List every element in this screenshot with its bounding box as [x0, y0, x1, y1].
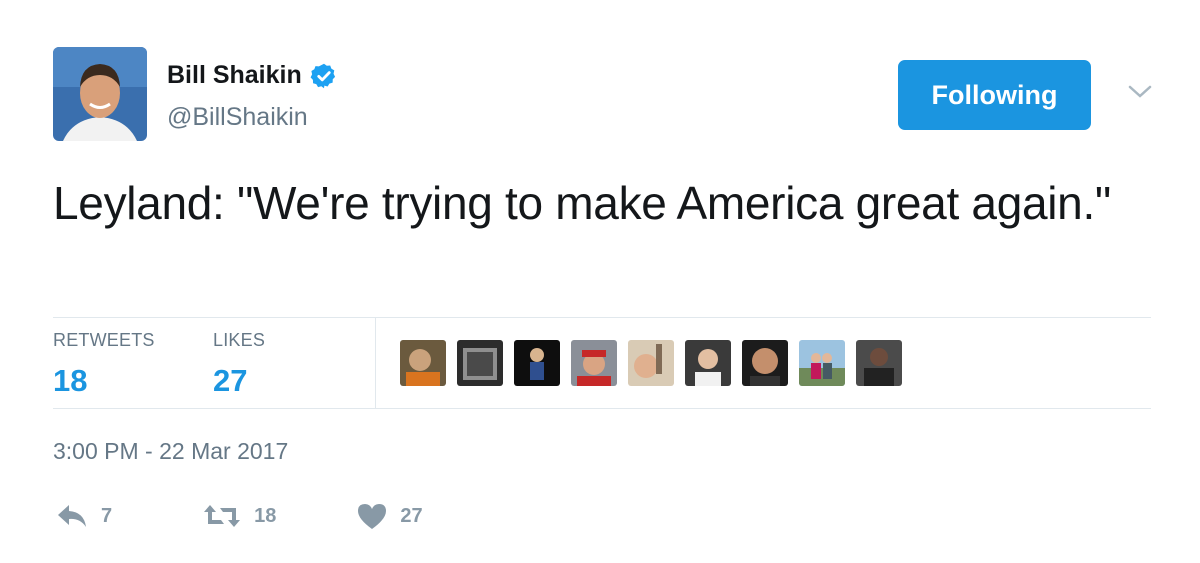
liker-photo — [742, 340, 788, 386]
verified-badge-icon — [310, 63, 335, 88]
retweets-label: RETWEETS — [53, 330, 155, 350]
likes-stat[interactable]: LIKES 27 — [213, 330, 265, 399]
liker-avatar[interactable] — [856, 340, 902, 386]
tweet-timestamp[interactable]: 3:00 PM - 22 Mar 2017 — [53, 438, 288, 465]
likes-label: LIKES — [213, 330, 266, 350]
reply-count: 7 — [101, 504, 113, 527]
tweet-action-bar: 7 18 27 — [55, 502, 493, 530]
liker-avatar[interactable] — [742, 340, 788, 386]
author-handle[interactable]: @BillShaikin — [167, 103, 308, 132]
likes-count: 27 — [213, 363, 248, 398]
liker-avatar[interactable] — [571, 340, 617, 386]
liker-avatar[interactable] — [628, 340, 674, 386]
like-button[interactable]: 27 — [356, 502, 423, 530]
tweet-text: Leyland: "We're trying to make America g… — [53, 177, 1111, 229]
author-display-name[interactable]: Bill Shaikin — [167, 61, 302, 90]
liker-avatar[interactable] — [400, 340, 446, 386]
profile-photo — [53, 47, 147, 141]
author-name-row[interactable]: Bill Shaikin — [167, 61, 338, 90]
chevron-down-icon[interactable] — [1127, 84, 1153, 100]
retweet-button[interactable]: 18 — [202, 502, 276, 530]
retweets-stat[interactable]: RETWEETS 18 — [53, 330, 155, 399]
divider-top — [53, 317, 1151, 318]
following-button[interactable]: Following — [898, 60, 1091, 130]
retweets-count: 18 — [53, 363, 88, 398]
liker-avatar[interactable] — [457, 340, 503, 386]
liker-photo — [457, 340, 503, 386]
stats-separator — [375, 318, 376, 408]
liker-avatar[interactable] — [799, 340, 845, 386]
liker-avatar[interactable] — [514, 340, 560, 386]
heart-icon — [358, 504, 387, 529]
author-avatar[interactable] — [53, 47, 147, 141]
liker-photo — [514, 340, 560, 386]
liker-avatars — [400, 340, 913, 386]
divider-bottom — [53, 408, 1151, 409]
liker-photo — [799, 340, 845, 386]
liker-photo — [856, 340, 902, 386]
reply-button[interactable]: 7 — [55, 502, 112, 530]
liker-photo — [685, 340, 731, 386]
like-count: 27 — [400, 504, 423, 527]
liker-photo — [400, 340, 446, 386]
liker-photo — [628, 340, 674, 386]
reply-icon — [58, 505, 86, 527]
liker-photo — [571, 340, 617, 386]
liker-avatar[interactable] — [685, 340, 731, 386]
retweet-count: 18 — [254, 504, 277, 527]
retweet-icon — [204, 505, 241, 527]
